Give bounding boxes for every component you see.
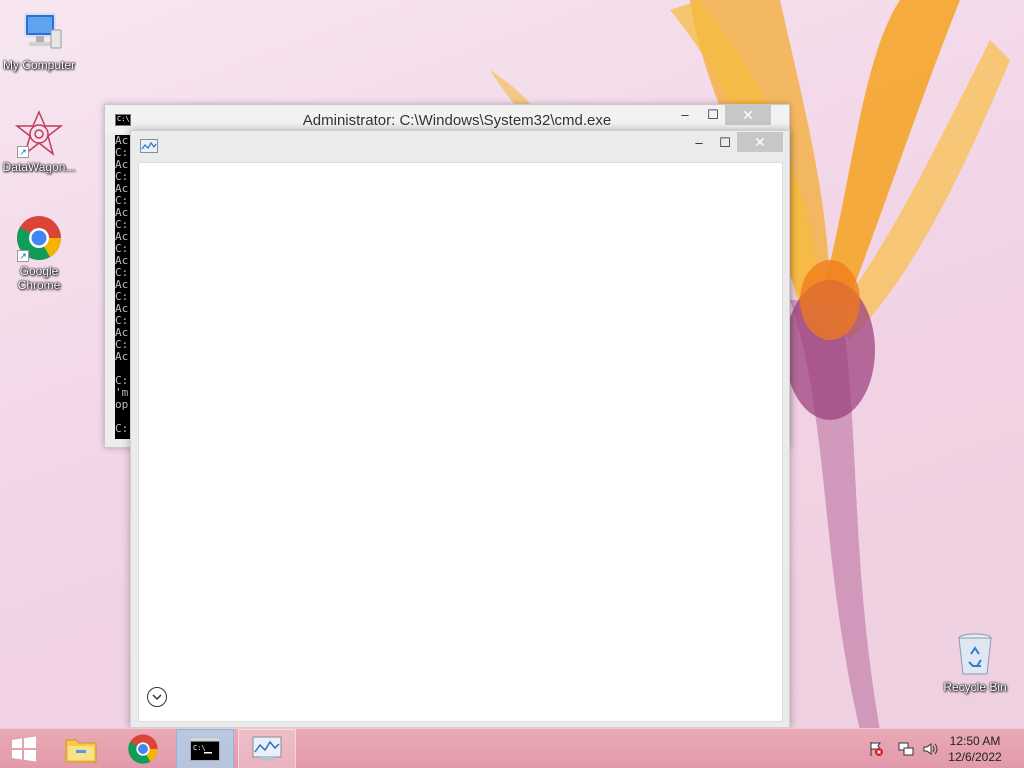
shortcut-arrow-icon: ↗ — [17, 146, 29, 158]
shortcut-arrow-icon: ↗ — [17, 250, 29, 262]
console-line: C: — [115, 422, 129, 435]
monitor-app-icon — [252, 736, 282, 761]
close-button[interactable]: ✕ — [725, 105, 771, 125]
minimize-button[interactable]: – — [671, 105, 699, 125]
front-titlebar[interactable]: – ☐ ✕ — [131, 131, 789, 161]
datawagon-icon: ↗ — [14, 110, 64, 158]
recycle-bin-icon — [951, 630, 999, 678]
desktop-icon-recycle-bin[interactable]: Recycle Bin — [936, 630, 1014, 694]
chrome-icon: ↗ — [15, 214, 63, 262]
desktop-icon-datawagon[interactable]: ↗ DataWagon... — [0, 110, 78, 174]
action-center-flag-icon[interactable] — [868, 741, 884, 757]
desktop-icon-label: My Computer — [2, 58, 76, 72]
taskbar-chrome[interactable] — [114, 729, 172, 768]
console-output[interactable]: Ac C: Ac C: Ac C: Ac C: Ac C: Ac C: Ac C… — [115, 135, 131, 439]
chevron-down-icon — [152, 694, 162, 701]
console-line: Ac — [115, 350, 129, 363]
start-button[interactable] — [0, 729, 48, 768]
front-window[interactable]: – ☐ ✕ — [130, 130, 790, 728]
clock[interactable]: 12:50 AM 12/6/2022 — [940, 733, 1010, 765]
desktop-icon-my-computer[interactable]: My Computer — [0, 8, 78, 72]
taskbar: C:\ 12:50 AM 12/6/2022 — [0, 728, 1024, 768]
close-button[interactable]: ✕ — [737, 132, 783, 152]
monitor-app-icon — [140, 139, 158, 153]
volume-icon[interactable] — [922, 741, 938, 757]
window-content[interactable] — [138, 162, 783, 722]
clock-date: 12/6/2022 — [948, 750, 1002, 764]
svg-text:C:\: C:\ — [193, 744, 206, 752]
computer-icon — [15, 8, 63, 56]
desktop-icon-label: Recycle Bin — [943, 680, 1007, 694]
console-line: op — [115, 398, 129, 411]
expand-details-button[interactable] — [147, 687, 167, 707]
chrome-icon — [128, 734, 158, 764]
maximize-button[interactable]: ☐ — [711, 133, 739, 153]
desktop-icon-label: DataWagon... — [2, 160, 76, 174]
desktop-icon-google-chrome[interactable]: ↗ Google Chrome — [0, 214, 78, 292]
taskbar-cmd[interactable]: C:\ — [176, 729, 234, 768]
taskbar-file-explorer[interactable] — [52, 729, 110, 768]
minimize-button[interactable]: – — [685, 133, 713, 153]
desktop-icon-label: Google Chrome — [17, 264, 61, 292]
taskbar-resource-monitor[interactable] — [238, 729, 296, 768]
clock-time: 12:50 AM — [949, 734, 1001, 748]
windows-logo-icon — [12, 736, 36, 762]
network-icon[interactable] — [898, 741, 914, 757]
folder-icon — [65, 739, 97, 763]
cmd-titlebar[interactable]: C:\ Administrator: C:\Windows\System32\c… — [105, 105, 789, 133]
cmd-icon: C:\ — [190, 737, 220, 761]
maximize-button[interactable]: ☐ — [699, 105, 727, 125]
